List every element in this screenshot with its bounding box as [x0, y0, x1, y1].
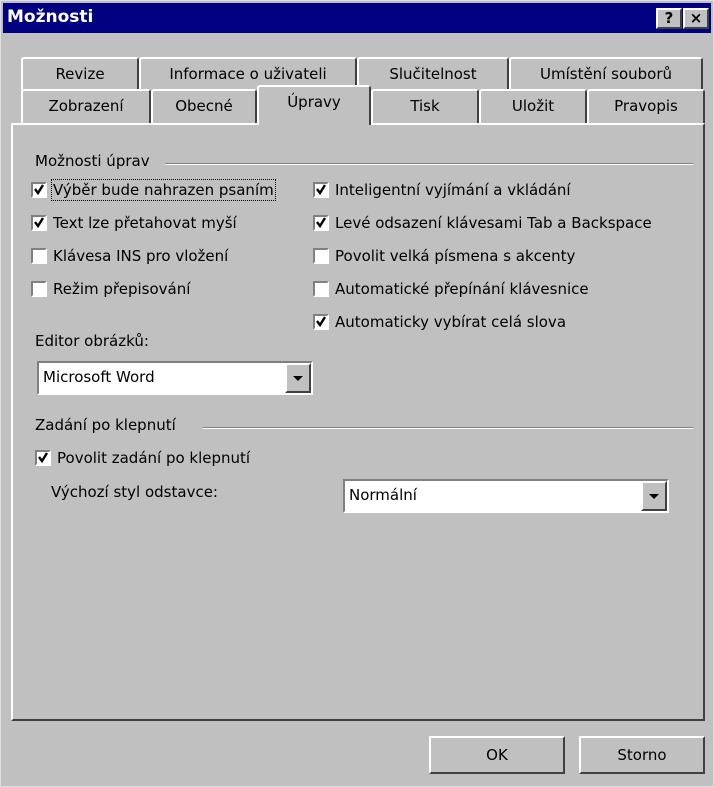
chevron-down-icon[interactable] — [285, 363, 311, 393]
checkbox-label: Klávesa INS pro vložení — [53, 247, 229, 265]
tab-obecne[interactable]: Obecné — [151, 89, 257, 125]
checkbox-box[interactable] — [313, 281, 329, 297]
checkbox-label: Automatické přepínání klávesnice — [335, 280, 589, 298]
checkbox-replace-selection[interactable]: Výběr bude nahrazen psaním — [31, 179, 276, 201]
checkbox-overtype[interactable]: Režim přepisování — [31, 280, 190, 298]
checkbox-ins-paste[interactable]: Klávesa INS pro vložení — [31, 247, 228, 265]
checkbox-label: Povolit velká písmena s akcenty — [335, 247, 576, 265]
dialog-title: Možnosti — [7, 7, 94, 27]
cancel-button[interactable]: Storno — [579, 736, 705, 774]
checkbox-drag-text[interactable]: Text lze přetahovat myší — [31, 214, 237, 232]
checkbox-auto-keyboard[interactable]: Automatické přepínání klávesnice — [313, 280, 589, 298]
checkbox-label: Automaticky vybírat celá slova — [335, 313, 567, 331]
default-style-label: Výchozí styl odstavce: — [51, 483, 218, 501]
default-style-select[interactable]: Normální — [343, 479, 669, 513]
checkbox-box[interactable] — [313, 182, 329, 198]
checkbox-box[interactable] — [31, 215, 47, 231]
checkbox-select-whole-word[interactable]: Automaticky vybírat celá slova — [313, 313, 566, 331]
checkbox-label: Levé odsazení klávesami Tab a Backspace — [335, 214, 652, 232]
close-button[interactable]: × — [683, 8, 709, 29]
checkbox-label: Režim přepisování — [53, 280, 191, 298]
checkbox-smart-cut-paste[interactable]: Inteligentní vyjímání a vkládání — [313, 181, 571, 199]
default-style-value: Normální — [349, 486, 417, 504]
picture-editor-value: Microsoft Word — [43, 368, 155, 386]
checkbox-label: Inteligentní vyjímání a vkládání — [335, 181, 571, 199]
checkbox-box[interactable] — [31, 182, 47, 198]
checkbox-box[interactable] — [31, 248, 47, 264]
checkbox-box[interactable] — [35, 450, 51, 466]
group-divider — [165, 163, 693, 165]
checkbox-box[interactable] — [313, 248, 329, 264]
checkbox-box[interactable] — [31, 281, 47, 297]
tab-ulozit[interactable]: Uložit — [479, 89, 587, 125]
checkbox-enable-click-type[interactable]: Povolit zadání po klepnutí — [35, 449, 250, 467]
checkbox-label: Text lze přetahovat myší — [53, 214, 237, 232]
options-dialog: Možnosti ? × Revize Informace o uživatel… — [0, 0, 714, 787]
picture-editor-label: Editor obrázků: — [35, 332, 149, 350]
ok-button[interactable]: OK — [429, 736, 565, 774]
checkbox-tab-backspace-indent[interactable]: Levé odsazení klávesami Tab a Backspace — [313, 214, 652, 232]
tab-umisteni-souboru[interactable]: Umístění souborů — [509, 57, 703, 93]
tab-panel-upravy: Možnosti úprav Výběr bude nahrazen psaní… — [11, 123, 705, 721]
checkbox-box[interactable] — [313, 314, 329, 330]
tab-revize[interactable]: Revize — [21, 57, 139, 93]
tab-pravopis[interactable]: Pravopis — [587, 89, 705, 125]
tab-tisk[interactable]: Tisk — [371, 89, 479, 125]
group-divider — [203, 427, 693, 429]
click-type-group-label: Zadání po klepnutí — [35, 416, 182, 434]
chevron-down-icon[interactable] — [641, 481, 667, 511]
picture-editor-select[interactable]: Microsoft Word — [37, 361, 313, 395]
tab-zobrazeni[interactable]: Zobrazení — [21, 89, 151, 125]
title-bar[interactable]: Možnosti ? × — [3, 3, 711, 33]
checkbox-accented-uppercase[interactable]: Povolit velká písmena s akcenty — [313, 247, 575, 265]
help-button[interactable]: ? — [656, 8, 682, 29]
checkbox-label: Povolit zadání po klepnutí — [57, 449, 251, 467]
checkbox-label: Výběr bude nahrazen psaním — [51, 179, 276, 201]
checkbox-box[interactable] — [313, 215, 329, 231]
tab-upravy[interactable]: Úpravy — [257, 85, 371, 125]
tab-slucitelnost[interactable]: Slučitelnost — [357, 57, 509, 93]
edit-options-group-label: Možnosti úprav — [35, 152, 156, 170]
